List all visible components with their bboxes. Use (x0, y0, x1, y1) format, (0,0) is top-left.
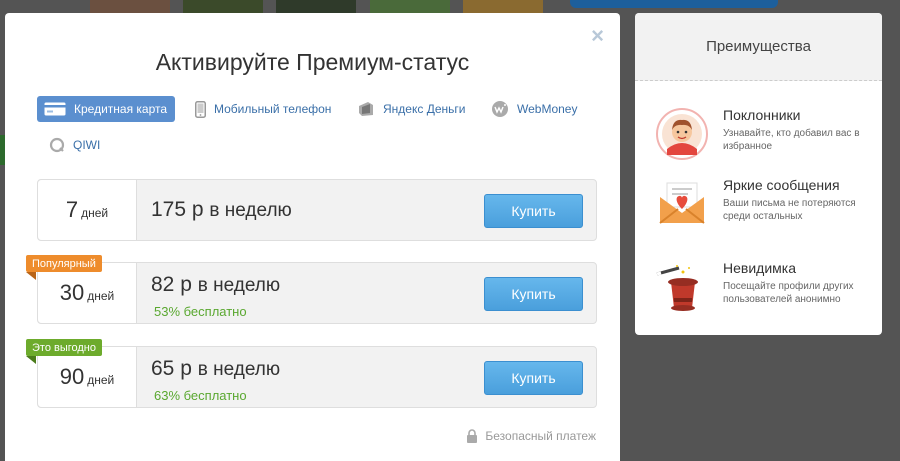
price-period: в неделю (209, 200, 292, 221)
benefit-description: Ваши письма не потеряются среди остальны… (723, 198, 856, 222)
tab-label: WebMoney (517, 102, 578, 116)
tab-mobile-phone[interactable]: Мобильный телефон (195, 96, 331, 122)
envelope-heart-icon (655, 177, 711, 233)
price-value: 175 р (151, 198, 204, 221)
plan-price: 65 р в неделю (151, 357, 280, 381)
premium-modal: × Активируйте Премиум-статус Кредитная к… (5, 13, 620, 461)
days-count: 30 (59, 280, 85, 305)
days-unit: дней (81, 205, 109, 220)
buy-button[interactable]: Купить (484, 361, 583, 395)
secure-payment-label: Безопасный платеж (485, 429, 596, 443)
bg-photo (90, 0, 170, 13)
plan-duration: 30 дней (38, 263, 137, 323)
mobile-phone-icon (195, 100, 206, 118)
bg-photo (463, 0, 543, 13)
benefits-title: Преимущества (635, 13, 882, 81)
popular-badge: Популярный (26, 255, 102, 280)
lock-icon (466, 429, 478, 443)
buy-button[interactable]: Купить (484, 194, 583, 228)
tab-label: QIWI (73, 138, 101, 152)
days-unit: дней (87, 372, 115, 387)
credit-card-icon (44, 102, 66, 116)
plan-duration: 90 дней (38, 347, 137, 407)
benefit-title: Невидимка (723, 260, 796, 276)
plan-row-7-days: 7 дней 175 р в неделю Купить (37, 179, 597, 241)
saving-label: 63% бесплатно (154, 388, 247, 403)
tab-label: Кредитная карта (74, 102, 168, 116)
bg-photo (276, 0, 356, 13)
benefits-panel: Преимущества Поклонники Узнавайте, кто д… (635, 13, 882, 335)
buy-button[interactable]: Купить (484, 277, 583, 311)
plan-row-90-days: 90 дней 65 р в неделю 63% бесплатно Купи… (26, 339, 597, 408)
webmoney-icon (491, 100, 509, 118)
days-count: 7 (65, 197, 79, 222)
bg-photo (370, 0, 450, 13)
best-value-badge: Это выгодно (26, 339, 103, 364)
plan-row-30-days: 30 дней 82 р в неделю 53% бесплатно Купи… (26, 255, 597, 324)
days-count: 90 (59, 364, 85, 389)
tab-label: Мобильный телефон (214, 102, 332, 116)
tab-yandex-money[interactable]: Яндекс Деньги (357, 96, 465, 122)
secure-payment: Безопасный платеж (466, 429, 596, 443)
bg-header-bar (570, 0, 778, 8)
tab-label: Яндекс Деньги (383, 102, 466, 116)
price-value: 65 р (151, 357, 192, 380)
benefit-title: Яркие сообщения (723, 177, 840, 193)
plan-price: 82 р в неделю (151, 273, 280, 297)
price-period: в неделю (197, 359, 281, 380)
benefit-title: Поклонники (723, 107, 801, 123)
tab-webmoney[interactable]: WebMoney (491, 96, 577, 122)
close-button[interactable]: × (591, 23, 604, 49)
price-value: 82 р (151, 273, 192, 296)
days-unit: дней (87, 288, 115, 303)
magic-hat-icon (655, 260, 711, 316)
plan-duration: 7 дней (38, 180, 137, 240)
bg-photo (183, 0, 263, 13)
tab-qiwi[interactable]: QIWI (49, 132, 100, 158)
qiwi-icon (49, 137, 65, 153)
saving-label: 53% бесплатно (154, 304, 247, 319)
benefit-description: Узнавайте, кто добавил вас в избранное (723, 128, 860, 152)
plan-price: 175 р в неделю (151, 198, 292, 222)
price-period: в неделю (197, 275, 281, 296)
modal-title: Активируйте Премиум-статус (155, 49, 470, 75)
benefit-description: Посещайте профили других пользователей а… (723, 281, 854, 305)
tab-credit-card[interactable]: Кредитная карта (37, 96, 176, 122)
admirer-avatar-icon (655, 107, 711, 163)
yandex-money-icon (357, 100, 375, 118)
